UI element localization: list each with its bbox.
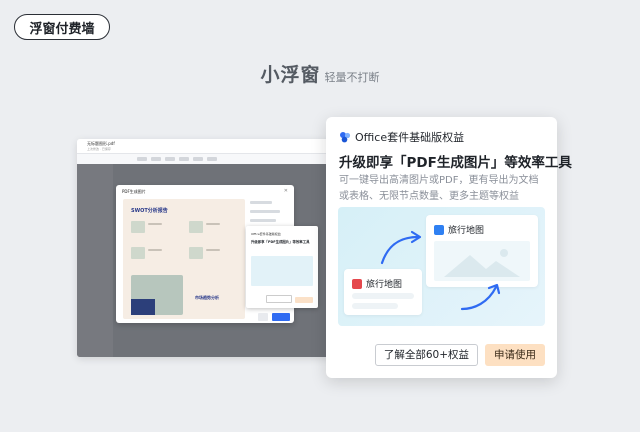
office-logo-icon: [340, 132, 351, 143]
mini-paywall-preview: Office套件基础版权益 升级即享「PDF生成图片」等效率工具: [246, 226, 318, 308]
card-description: 可一键导出高清图片或PDF，更有导出为文档或表格、无限节点数量、更多主题等权益: [339, 175, 539, 202]
convert-arrow-icon: [460, 283, 501, 311]
preview-title: SWOT分析报告: [131, 208, 168, 214]
preview-card: [189, 221, 203, 233]
app-titlebar: 无标题图形.pdf 上次修改 · 已保存: [77, 139, 344, 154]
card-illustration: 旅行地图 旅行地图: [338, 207, 545, 326]
illus-image-panel: 旅行地图: [426, 215, 538, 287]
pdf-file-icon: [352, 278, 362, 289]
preview-subtitle: 市场趋势分析: [195, 295, 219, 300]
preview-line: [206, 223, 220, 225]
card-product-name: Office套件基础版权益: [355, 131, 465, 144]
paywall-type-label: 浮窗付费墙: [29, 21, 95, 37]
mini-illustration: [251, 256, 313, 286]
illus-pdf-panel: 旅行地图: [344, 269, 422, 315]
app-file-sub: 上次修改 · 已保存: [87, 147, 111, 151]
preview-line: [206, 249, 220, 251]
mini-product: Office套件基础版权益: [251, 232, 281, 236]
hero-subtitle: 轻量不打断: [324, 71, 380, 84]
preview-card: [189, 247, 203, 259]
dialog-cancel-button: [258, 313, 268, 321]
mini-primary-button: [295, 297, 313, 303]
card-footer: 了解全部60+权益 申请使用: [326, 344, 557, 366]
paywall-type-tag: 浮窗付费墙: [14, 14, 110, 40]
landscape-icon: [444, 249, 520, 277]
illus-image-heading: 旅行地图: [434, 223, 484, 236]
pdf-text-line: [352, 293, 414, 299]
preview-line: [148, 249, 162, 251]
mini-secondary-button: [266, 295, 292, 303]
preview-line: [148, 223, 162, 225]
card-header: Office套件基础版权益: [339, 129, 464, 145]
preview-card: [131, 221, 145, 233]
dialog-confirm-button: [272, 313, 290, 321]
preview-image: [131, 275, 183, 315]
dialog-preview: SWOT分析报告 市场趋势分析: [123, 199, 245, 319]
apply-button[interactable]: 申请使用: [485, 344, 545, 366]
view-all-benefits-button[interactable]: 了解全部60+权益: [374, 344, 478, 366]
illus-pdf-label: 旅行地图: [366, 280, 403, 290]
illus-image-label: 旅行地图: [448, 226, 485, 236]
hero-title: 小浮窗: [260, 64, 321, 86]
mini-title: 升级即享「PDF生成图片」等效率工具: [251, 240, 310, 244]
floating-paywall-card: Office套件基础版权益 升级即享「PDF生成图片」等效率工具 可一键导出高清…: [326, 117, 572, 378]
pdf-text-line: [352, 303, 398, 309]
card-title: 升级即享「PDF生成图片」等效率工具: [339, 155, 572, 171]
convert-arrow-icon: [380, 230, 422, 265]
dialog-title: PDF生成图片: [122, 189, 146, 194]
hero-heading: 小浮窗 轻量不打断: [0, 60, 640, 87]
illus-pdf-heading: 旅行地图: [352, 277, 402, 290]
close-icon: ✕: [283, 188, 288, 194]
image-placeholder: [434, 241, 530, 281]
preview-card: [131, 247, 145, 259]
image-file-icon: [434, 224, 444, 235]
